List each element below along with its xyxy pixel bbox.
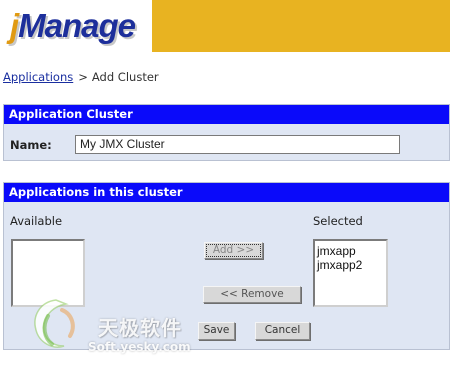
- breadcrumb: Applications > Add Cluster: [3, 70, 159, 84]
- name-label: Name:: [10, 138, 52, 152]
- list-item[interactable]: jmxapp: [317, 244, 386, 258]
- add-button[interactable]: Add >>: [204, 242, 263, 259]
- logo-j: j: [10, 7, 19, 44]
- remove-button[interactable]: << Remove: [203, 286, 301, 303]
- applications-header: Applications in this cluster: [4, 183, 449, 202]
- cancel-button[interactable]: Cancel: [255, 322, 310, 340]
- list-item[interactable]: jmxapp2: [317, 258, 386, 272]
- selected-label: Selected: [313, 214, 363, 228]
- logo-text: jManage: [10, 7, 136, 45]
- jmanage-logo: jManage: [0, 0, 152, 52]
- application-cluster-header: Application Cluster: [4, 105, 449, 124]
- save-button[interactable]: Save: [198, 322, 235, 340]
- selected-apps-list[interactable]: jmxapp jmxapp2: [313, 239, 388, 307]
- cluster-name-input[interactable]: My JMX Cluster: [75, 135, 400, 154]
- application-cluster-panel: Application Cluster Name: My JMX Cluster: [3, 104, 450, 161]
- logo-rest: Manage: [18, 7, 136, 44]
- header-banner: jManage: [0, 0, 450, 52]
- applications-panel: Applications in this cluster Available S…: [3, 182, 450, 350]
- breadcrumb-applications-link[interactable]: Applications: [3, 70, 73, 84]
- available-label: Available: [10, 214, 63, 228]
- breadcrumb-current: Add Cluster: [91, 70, 159, 84]
- breadcrumb-separator: >: [78, 70, 88, 84]
- page: jManage Applications > Add Cluster Applica…: [0, 0, 450, 367]
- available-apps-list[interactable]: [11, 239, 85, 307]
